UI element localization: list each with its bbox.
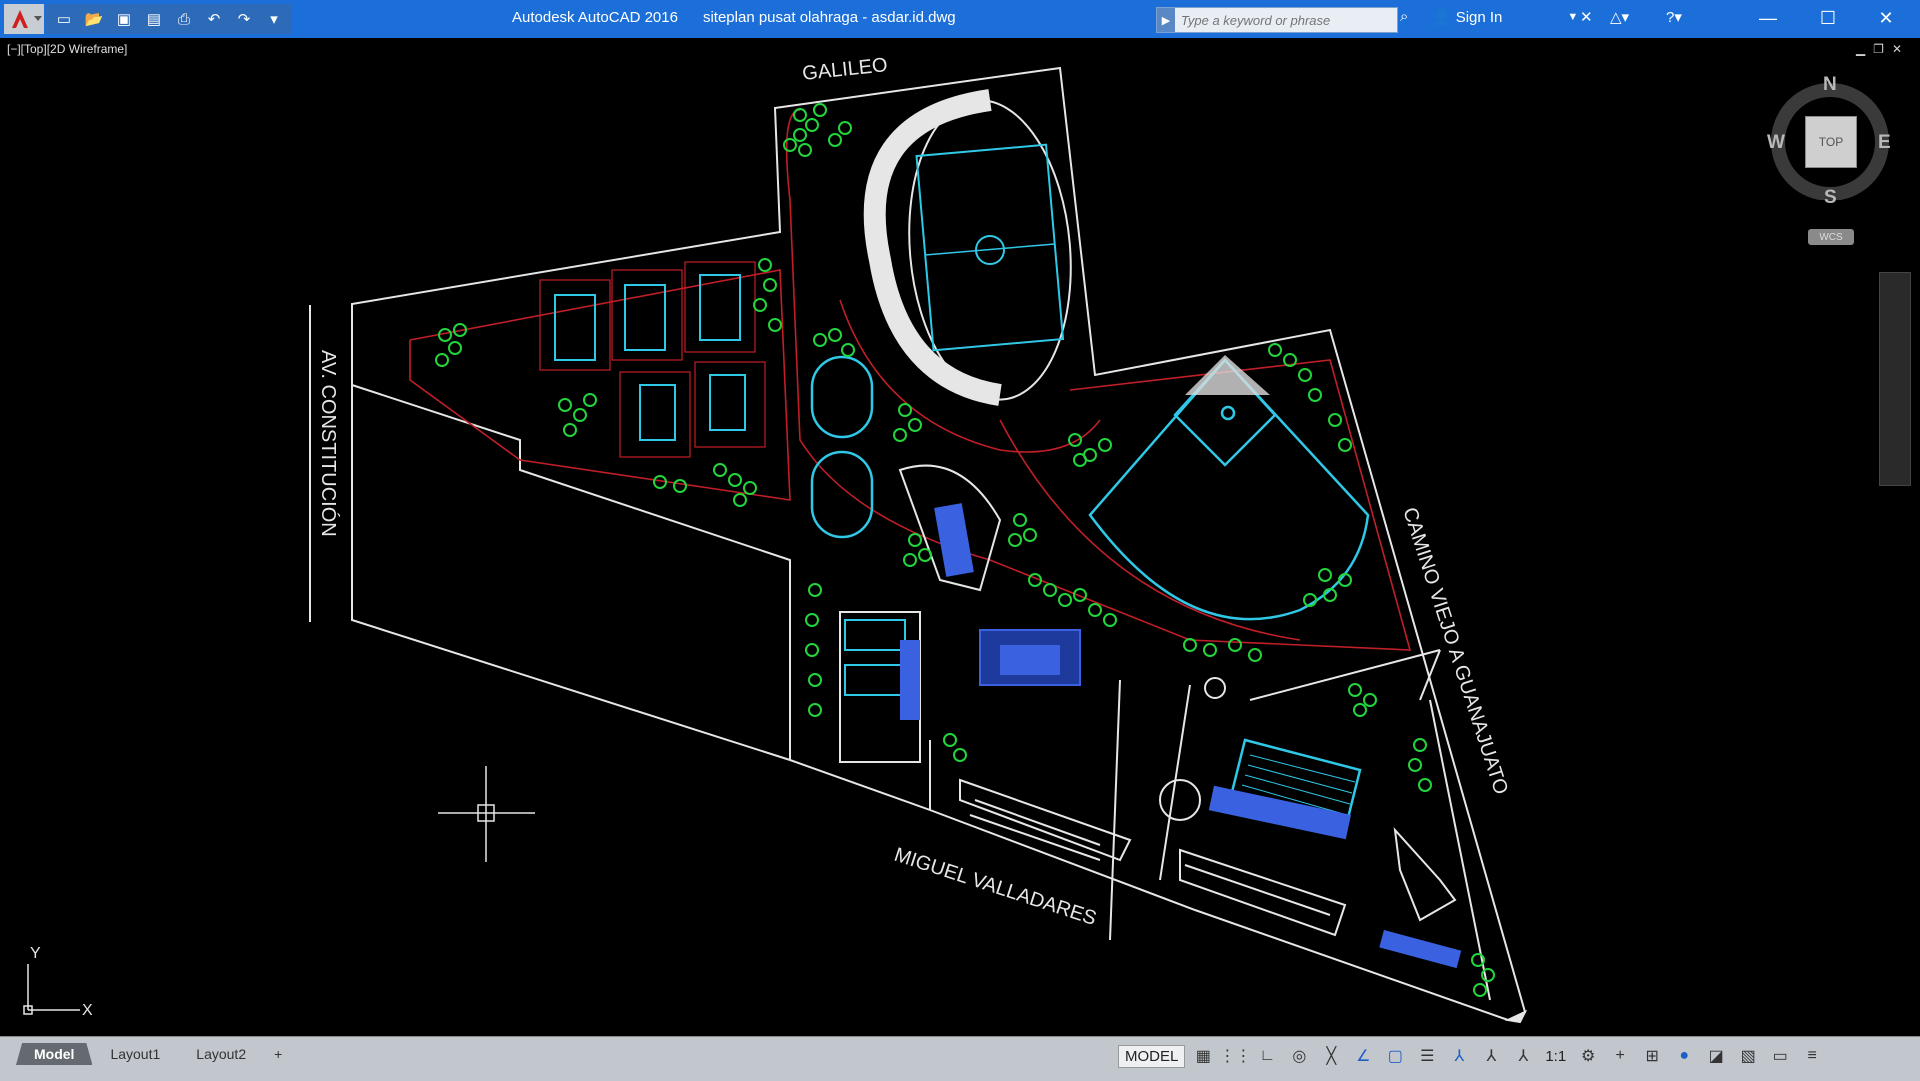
search-expand-icon[interactable]: ▶ [1157,8,1175,32]
annotation-monitor-icon[interactable]: + [1606,1043,1634,1069]
ucs-icon [23,964,80,1015]
compass-south[interactable]: S [1824,187,1837,209]
app-menu-button[interactable] [4,4,44,34]
object-snap-icon[interactable]: ▢ [1381,1043,1409,1069]
file-name: siteplan pusat olahraga - asdar.id.dwg [702,9,956,26]
navigation-bar[interactable] [1879,272,1911,486]
search-input[interactable] [1174,11,1397,29]
graphics-performance-icon[interactable]: ▧ [1734,1043,1762,1069]
auto-scale-icon[interactable]: ⅄ [1477,1043,1505,1069]
compass-west[interactable]: W [1767,132,1785,154]
model-space-button[interactable]: MODEL [1118,1044,1186,1068]
chevron-down-icon: ▼ [1567,11,1579,23]
stadium [863,89,1072,406]
west-parcel-line [351,384,791,760]
small-fields [810,355,874,539]
crosshair-cursor [438,766,535,862]
soccer-field [915,143,1065,352]
undo-icon[interactable]: ↶ [202,7,226,31]
isodraft-icon[interactable]: ╳ [1317,1043,1345,1069]
redo-icon[interactable]: ↷ [232,7,256,31]
sign-in-label: Sign In [1455,8,1503,26]
sign-in-button[interactable]: 👤 Sign In ▼ [1432,8,1579,27]
open-file-icon[interactable]: 📂 [82,7,106,31]
ucs-x-label: X [82,1002,93,1019]
a360-icon[interactable]: △▾ [1610,8,1629,26]
viewcube[interactable]: N S E W TOP [1765,70,1895,220]
object-snap-tracking-icon[interactable]: ∠ [1349,1043,1377,1069]
polar-icon[interactable]: ◎ [1285,1043,1313,1069]
new-file-icon[interactable]: ▭ [52,7,76,31]
tab-model[interactable]: Model [16,1043,93,1065]
street-label-camino-viejo: CAMINO VIEJO A GUANAJUATO [1398,505,1512,798]
save-as-icon[interactable]: ▤ [142,7,166,31]
annotation-scale-icon[interactable]: ⅄ [1509,1043,1537,1069]
compass-east[interactable]: E [1878,132,1891,154]
street-label-galileo: GALILEO [801,54,888,85]
app-name: Autodesk AutoCAD 2016 [512,9,678,26]
snap-icon[interactable]: ⋮⋮ [1219,1043,1251,1069]
save-icon[interactable]: ▣ [112,7,136,31]
customization-menu-icon[interactable]: ≡ [1798,1043,1826,1069]
grid-icon[interactable]: ▦ [1189,1043,1217,1069]
clean-screen-icon[interactable]: ▭ [1766,1043,1794,1069]
tab-layout1[interactable]: Layout1 [92,1043,178,1065]
user-icon: 👤 [1432,9,1451,26]
search-box: ▶ [1156,7,1398,33]
customize-toolbar-icon[interactable]: ▾ [262,7,286,31]
compass-north[interactable]: N [1823,74,1837,96]
hardware-acceleration-icon[interactable]: ● [1670,1043,1698,1069]
exchange-apps-icon[interactable]: ✕ [1580,8,1593,26]
drawing-canvas[interactable]: GALILEO AV. CONSTITUCIÓN MIGUEL VALLADAR… [0,38,1920,1036]
add-layout-button[interactable]: + [264,1043,292,1065]
quick-access-toolbar: ▭ 📂 ▣ ▤ ⎙ ↶ ↷ ▾ [46,4,292,34]
status-toolbar: MODEL ▦ ⋮⋮ ∟ ◎ ╳ ∠ ▢ ☰ ⅄ ⅄ ⅄ 1:1 ⚙ + ⊞ ●… [1118,1043,1826,1069]
autocad-logo-icon [4,4,44,34]
print-icon[interactable]: ⎙ [172,7,196,31]
minimize-button[interactable]: — [1746,4,1790,32]
close-button[interactable]: ✕ [1864,4,1908,32]
wcs-menu[interactable]: WCS [1808,229,1854,245]
workspace-gear-icon[interactable]: ⚙ [1574,1043,1602,1069]
title-bar: ▭ 📂 ▣ ▤ ⎙ ↶ ↷ ▾ Autodesk AutoCAD 2016 si… [0,0,1920,38]
street-label-constitucion: AV. CONSTITUCIÓN [317,350,340,537]
annotation-visibility-icon[interactable]: ⅄ [1445,1043,1473,1069]
help-icon[interactable]: ?▾ [1666,8,1682,26]
units-icon[interactable]: ⊞ [1638,1043,1666,1069]
window-title: Autodesk AutoCAD 2016 siteplan pusat ola… [512,9,956,26]
status-bar: Model Layout1 Layout2 + MODEL ▦ ⋮⋮ ∟ ◎ ╳… [0,1036,1920,1081]
circulation-paths [409,109,1412,651]
tab-layout2[interactable]: Layout2 [178,1043,264,1065]
isolate-objects-icon[interactable]: ◪ [1702,1043,1730,1069]
ucs-y-label: Y [30,945,41,962]
tennis-courts [554,274,746,441]
binoculars-icon[interactable]: ⌕ [1400,8,1408,25]
layout-tabs: Model Layout1 Layout2 + [16,1043,292,1065]
annotation-scale-value[interactable]: 1:1 [1541,1048,1570,1065]
parking-lots [959,677,1528,1024]
maximize-button[interactable]: ☐ [1806,4,1850,32]
street-label-valladares: MIGUEL VALLADARES [891,844,1099,930]
lineweight-icon[interactable]: ☰ [1413,1043,1441,1069]
viewcube-top-face[interactable]: TOP [1805,116,1857,168]
ortho-icon[interactable]: ∟ [1253,1043,1281,1069]
